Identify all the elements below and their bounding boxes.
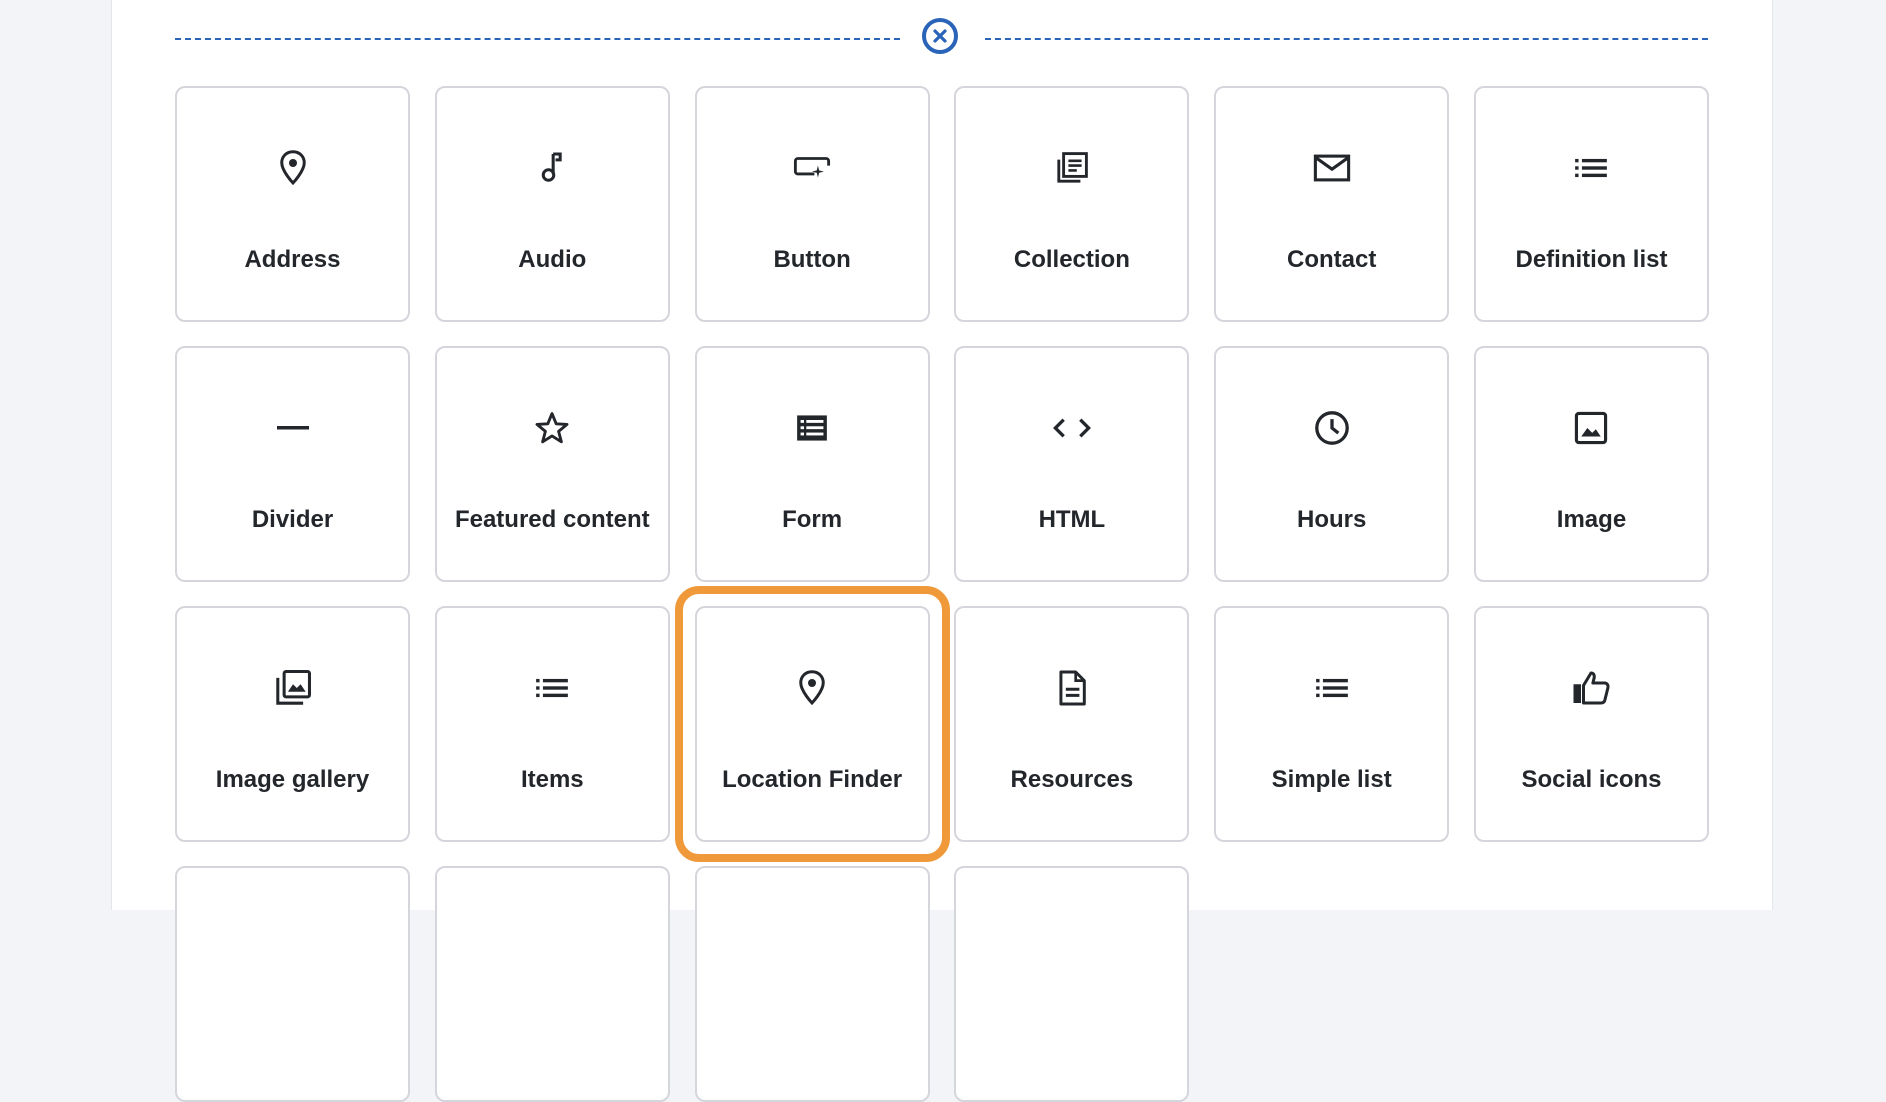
insert-divider — [175, 18, 1708, 58]
code-icon — [1052, 408, 1092, 448]
tile-label: Definition list — [1515, 246, 1668, 273]
tile-button[interactable]: Button — [694, 86, 930, 322]
tile-divider[interactable]: Divider — [175, 346, 410, 582]
list-icon — [1571, 148, 1611, 188]
tile-label: Form — [782, 506, 843, 533]
document-icon — [1052, 668, 1092, 708]
tile-partial[interactable] — [694, 866, 930, 1102]
tile-label: Collection — [1013, 246, 1130, 273]
tile-label: Address — [244, 246, 341, 273]
tile-contact[interactable]: Contact — [1214, 86, 1450, 322]
tile-simple-list[interactable]: Simple list — [1214, 606, 1450, 842]
tile-label: Simple list — [1271, 766, 1392, 793]
clock-icon — [1312, 408, 1352, 448]
tile-label: Contact — [1287, 246, 1377, 273]
tile-featured-content[interactable]: Featured content — [434, 346, 670, 582]
list-icon — [1312, 668, 1352, 708]
dashed-line-right — [985, 38, 1708, 40]
envelope-icon — [1312, 148, 1352, 188]
tile-label: Resources — [1010, 766, 1134, 793]
tile-label: Items — [520, 766, 584, 793]
tile-partial[interactable] — [434, 866, 670, 1102]
tile-label: Image gallery — [215, 766, 370, 793]
tile-partial[interactable] — [954, 866, 1190, 1102]
music-note-icon — [532, 148, 572, 188]
tile-audio[interactable]: Audio — [434, 86, 670, 322]
thumbs-up-icon — [1571, 668, 1611, 708]
tile-label: Location Finder — [722, 766, 903, 793]
tile-form[interactable]: Form — [694, 346, 930, 582]
tile-label: Featured content — [454, 506, 650, 533]
horizontal-rule-icon — [273, 408, 313, 448]
tile-items[interactable]: Items — [434, 606, 670, 842]
tile-label: Audio — [518, 246, 587, 273]
component-grid: Address Audio Button Collection Contact … — [175, 86, 1709, 1102]
tile-resources[interactable]: Resources — [954, 606, 1190, 842]
form-icon — [792, 408, 832, 448]
image-gallery-icon — [273, 668, 313, 708]
tile-partial[interactable] — [175, 866, 410, 1102]
close-button[interactable] — [922, 18, 958, 54]
star-icon — [532, 408, 572, 448]
list-icon — [532, 668, 572, 708]
collection-icon — [1052, 148, 1092, 188]
tile-label: Divider — [251, 506, 334, 533]
tile-location-finder[interactable]: Location Finder — [674, 586, 950, 862]
tile-address[interactable]: Address — [175, 86, 410, 322]
map-pin-icon — [792, 668, 832, 708]
tile-definition-list[interactable]: Definition list — [1473, 86, 1709, 322]
map-pin-icon — [273, 148, 313, 188]
tile-image[interactable]: Image — [1473, 346, 1709, 582]
tile-label: Image — [1556, 506, 1627, 533]
tile-image-gallery[interactable]: Image gallery — [175, 606, 410, 842]
tile-social-icons[interactable]: Social icons — [1473, 606, 1709, 842]
tile-hours[interactable]: Hours — [1214, 346, 1450, 582]
tile-label: Hours — [1297, 506, 1367, 533]
tile-collection[interactable]: Collection — [954, 86, 1190, 322]
tile-html[interactable]: HTML — [954, 346, 1190, 582]
tile-label: Social icons — [1521, 766, 1662, 793]
close-icon — [933, 29, 947, 43]
image-icon — [1571, 408, 1611, 448]
dashed-line-left — [175, 38, 900, 40]
tile-label: HTML — [1038, 506, 1106, 533]
tile-label: Button — [773, 246, 851, 273]
button-cursor-icon — [792, 148, 832, 188]
